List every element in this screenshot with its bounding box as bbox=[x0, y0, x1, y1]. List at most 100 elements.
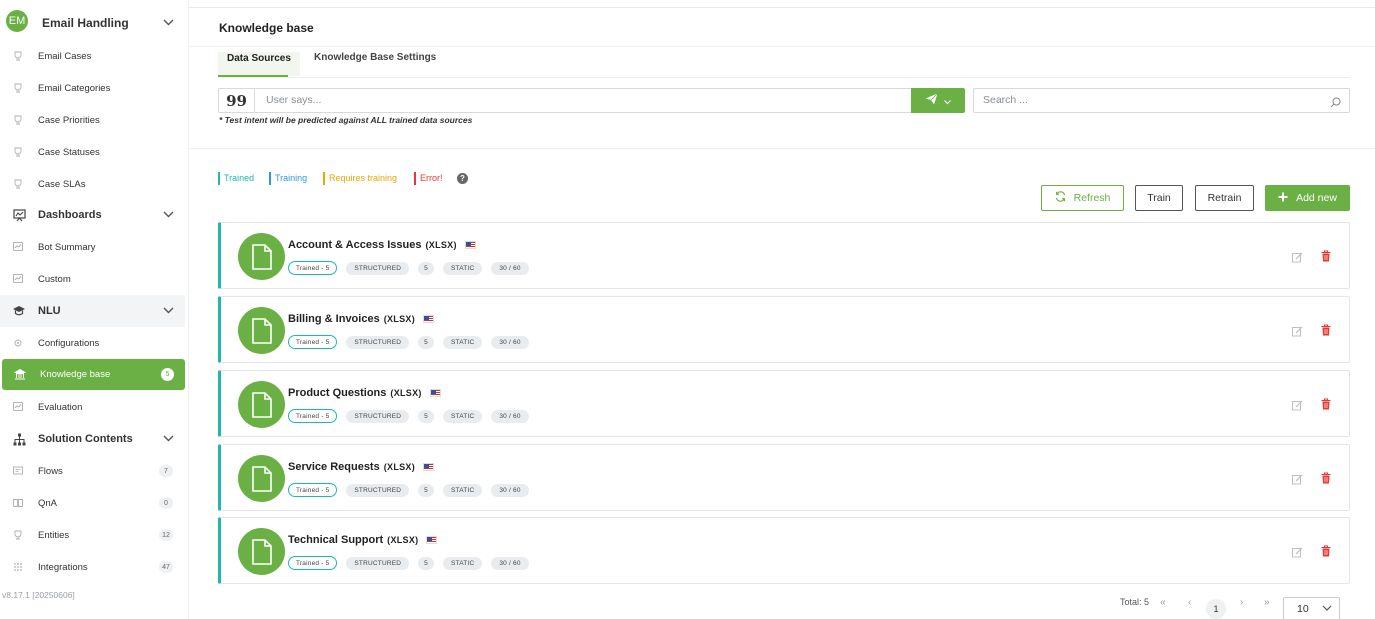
search-input[interactable] bbox=[983, 94, 1313, 106]
data-source-name-row: Service Requests (XLSX) bbox=[288, 461, 435, 473]
mode-badge: STATIC bbox=[443, 483, 483, 497]
data-source-card[interactable]: Billing & Invoices (XLSX) Trained - 5 STRUC… bbox=[218, 296, 1350, 363]
status-badge: Trained - 5 bbox=[288, 483, 338, 497]
type-badge: STRUCTURED bbox=[346, 261, 410, 275]
book-icon bbox=[12, 497, 24, 509]
data-source-format: (XLSX) bbox=[390, 388, 422, 398]
graduation-cap-icon bbox=[12, 304, 26, 318]
sidebar-section-nlu[interactable]: NLU bbox=[0, 295, 185, 327]
edit-icon[interactable] bbox=[1292, 545, 1303, 563]
data-source-name-row: Account & Access Issues (XLSX) bbox=[288, 239, 476, 251]
sidebar-item-qna[interactable]: QnA 0 bbox=[0, 488, 185, 518]
data-source-card[interactable]: Service Requests (XLSX) Trained - 5 STRUCTU… bbox=[218, 444, 1350, 511]
sidebar-item-integrations[interactable]: Integrations 47 bbox=[0, 552, 185, 582]
user-says-input[interactable] bbox=[266, 94, 866, 106]
edit-icon[interactable] bbox=[1292, 398, 1303, 416]
data-source-card[interactable]: Account & Access Issues (XLSX) Trained - 5… bbox=[218, 222, 1350, 289]
sidebar-item-label: Case Statuses bbox=[38, 146, 100, 158]
ratio-badge: 30 / 60 bbox=[491, 483, 529, 497]
first-page-button[interactable]: « bbox=[1160, 597, 1166, 608]
tab-knowledge-base-settings[interactable]: Knowledge Base Settings bbox=[314, 52, 436, 63]
page-size-select[interactable]: 10 bbox=[1283, 597, 1340, 619]
data-source-name: Service Requests bbox=[288, 461, 380, 473]
prev-page-button[interactable]: ‹ bbox=[1188, 597, 1191, 608]
data-source-card[interactable]: Product Questions (XLSX) Trained - 5 STRUCT… bbox=[218, 370, 1350, 437]
add-new-label: Add new bbox=[1296, 192, 1337, 204]
workspace-header[interactable]: EM Email Handling bbox=[0, 8, 189, 38]
workspace-title: Email Handling bbox=[42, 16, 129, 30]
sidebar-item-email-categories[interactable]: Email Categories bbox=[0, 73, 185, 103]
edit-icon[interactable] bbox=[1292, 324, 1303, 342]
retrain-button[interactable]: Retrain bbox=[1195, 185, 1254, 211]
trophy-icon bbox=[12, 82, 24, 94]
grid-dots-icon bbox=[12, 561, 24, 573]
sidebar-item-case-statuses[interactable]: Case Statuses bbox=[0, 137, 185, 167]
sidebar-item-custom[interactable]: Custom bbox=[0, 264, 185, 294]
next-page-button[interactable]: › bbox=[1240, 597, 1243, 608]
add-new-button[interactable]: Add new bbox=[1265, 185, 1350, 211]
quote-icon[interactable]: 99 bbox=[219, 89, 255, 112]
divider bbox=[189, 7, 1375, 8]
chevron-down-icon bbox=[1322, 605, 1332, 615]
count-badge: 0 bbox=[159, 497, 173, 509]
trash-icon[interactable] bbox=[1321, 397, 1331, 415]
trash-icon[interactable] bbox=[1321, 323, 1331, 341]
chevron-down-icon[interactable] bbox=[163, 435, 174, 445]
last-page-button[interactable]: » bbox=[1264, 597, 1270, 608]
send-button[interactable] bbox=[911, 88, 965, 113]
trophy-icon bbox=[12, 529, 24, 541]
refresh-button[interactable]: Refresh bbox=[1041, 185, 1124, 211]
trash-icon[interactable] bbox=[1321, 544, 1331, 562]
legend-training: Training bbox=[269, 172, 307, 185]
data-source-name: Account & Access Issues bbox=[288, 239, 422, 251]
edit-icon[interactable] bbox=[1292, 472, 1303, 490]
sidebar-item-label: Email Categories bbox=[38, 82, 111, 94]
sidebar-item-label: Email Cases bbox=[38, 50, 92, 62]
sidebar-item-case-priorities[interactable]: Case Priorities bbox=[0, 105, 185, 135]
sidebar-section-label: NLU bbox=[38, 305, 61, 317]
count-badge: 12 bbox=[159, 529, 173, 541]
sidebar-section-dashboards[interactable]: Dashboards bbox=[0, 199, 185, 231]
edit-icon[interactable] bbox=[1292, 250, 1303, 268]
page-1-button[interactable]: 1 bbox=[1206, 599, 1226, 619]
file-icon bbox=[238, 381, 285, 428]
trash-icon[interactable] bbox=[1321, 471, 1331, 489]
sidebar-item-entities[interactable]: Entities 12 bbox=[0, 520, 185, 550]
sidebar-item-label: Entities bbox=[38, 529, 70, 541]
search-box bbox=[973, 88, 1350, 113]
chevron-down-icon[interactable] bbox=[163, 19, 174, 29]
trash-icon[interactable] bbox=[1321, 249, 1331, 267]
sidebar-item-case-slas[interactable]: Case SLAs bbox=[0, 169, 185, 199]
test-utterance-box: 99 bbox=[218, 88, 965, 113]
sidebar-item-bot-summary[interactable]: Bot Summary bbox=[0, 232, 185, 262]
data-source-card[interactable]: Technical Support (XLSX) Trained - 5 STRUCT… bbox=[218, 517, 1350, 584]
help-icon[interactable]: ? bbox=[457, 173, 468, 184]
sidebar-item-email-cases[interactable]: Email Cases bbox=[0, 41, 185, 71]
count-badge: 5 bbox=[418, 261, 434, 275]
tab-data-sources[interactable]: Data Sources bbox=[218, 52, 300, 76]
message-icon bbox=[12, 465, 24, 477]
bank-icon bbox=[14, 369, 26, 381]
search-icon[interactable] bbox=[1330, 95, 1341, 113]
sidebar-item-configurations[interactable]: Configurations bbox=[0, 328, 185, 358]
chevron-down-icon[interactable] bbox=[163, 307, 174, 317]
chevron-down-icon bbox=[944, 92, 951, 110]
type-badge: STRUCTURED bbox=[346, 483, 410, 497]
divider bbox=[189, 148, 1375, 149]
data-source-name: Product Questions bbox=[288, 387, 387, 399]
status-badge: Trained - 5 bbox=[288, 261, 338, 275]
sidebar-item-label: Case Priorities bbox=[38, 114, 100, 126]
us-flag-icon bbox=[429, 389, 441, 397]
presentation-chart-icon bbox=[12, 208, 26, 222]
sidebar-item-label: Evaluation bbox=[38, 401, 83, 413]
count-badge: 47 bbox=[159, 561, 173, 573]
chevron-down-icon[interactable] bbox=[163, 211, 174, 221]
sidebar-section-solution-contents[interactable]: Solution Contents bbox=[0, 423, 185, 455]
sidebar-item-evaluation[interactable]: Evaluation bbox=[0, 392, 185, 422]
sidebar-item-knowledge-base[interactable]: Knowledge base 5 bbox=[2, 359, 185, 390]
train-button[interactable]: Train bbox=[1135, 185, 1183, 211]
sidebar-item-flows[interactable]: Flows 7 bbox=[0, 456, 185, 486]
data-source-format: (XLSX) bbox=[387, 535, 419, 545]
legend-requires-training: Requires training bbox=[323, 172, 397, 185]
gear-icon bbox=[12, 337, 24, 349]
